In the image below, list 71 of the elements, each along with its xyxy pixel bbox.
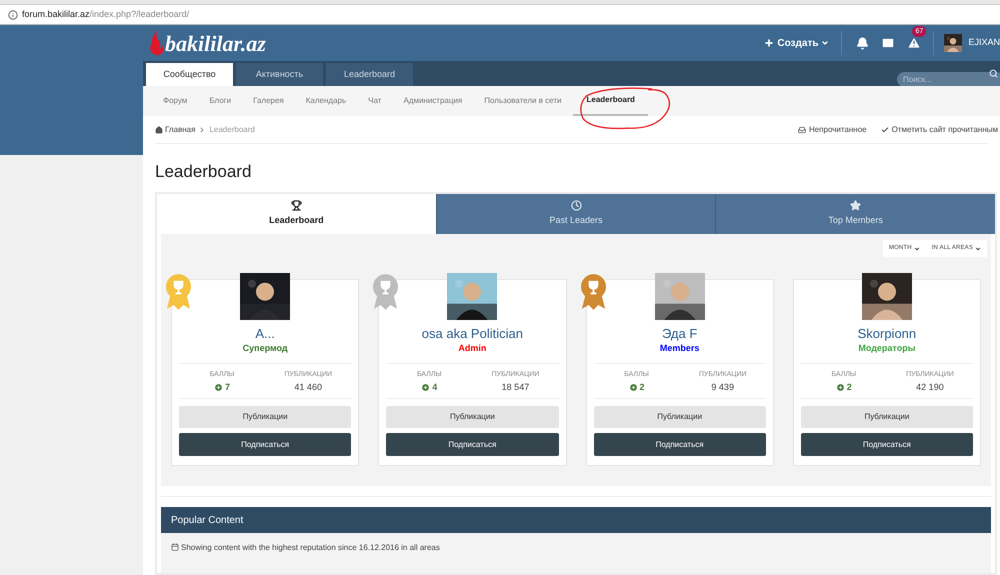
section-title: Popular Content <box>171 514 244 528</box>
subnav-link[interactable]: Администрация <box>393 86 472 116</box>
breadcrumb-action[interactable]: Непрочитанное <box>798 124 867 136</box>
clock-icon <box>570 200 582 212</box>
posts-value: 41 460 <box>294 381 322 394</box>
page-title: Leaderboard <box>155 162 252 182</box>
member-name[interactable]: osa aka Politician <box>422 326 523 342</box>
points-value: 4 <box>432 381 438 394</box>
subnav-link[interactable]: Пользователи в сети <box>474 86 572 116</box>
trophy-icon <box>290 200 302 212</box>
subnav-link[interactable]: Галерея <box>243 86 294 116</box>
plus-circle-icon <box>628 382 638 392</box>
nav-tab[interactable]: Активность <box>236 63 323 86</box>
plus-circle-icon <box>214 382 224 392</box>
create-button[interactable]: Создать <box>764 36 842 50</box>
calendar-icon <box>171 543 179 551</box>
check-icon <box>880 126 889 134</box>
posts-value: 42 190 <box>916 381 944 394</box>
home-icon <box>155 126 163 134</box>
points-value: 2 <box>640 381 645 394</box>
subnav-link[interactable]: Форум <box>153 86 198 116</box>
member-role: Admin <box>458 342 486 354</box>
follow-button[interactable]: Подписаться <box>386 433 558 456</box>
subnav-link[interactable]: Блоги <box>199 86 242 116</box>
subnav-link[interactable]: Чат <box>358 86 392 116</box>
member-name[interactable]: A... <box>255 326 275 342</box>
search-field[interactable]: Поиск... <box>897 72 1000 87</box>
member-name[interactable]: Skorpionn <box>858 326 916 342</box>
nav-tab[interactable]: Leaderboard <box>326 63 413 86</box>
caret-icon <box>821 39 830 47</box>
plus-circle-icon <box>421 382 430 392</box>
follow-button[interactable]: Подписаться <box>594 433 766 456</box>
posts-value: 18 547 <box>502 381 530 394</box>
username[interactable]: EJIXAN <box>968 36 1000 50</box>
breadcrumb-link[interactable]: Главная <box>165 124 196 136</box>
breadcrumb-action[interactable]: Отметить сайт прочитанным <box>880 124 998 136</box>
url-host: forum.bakililar.az <box>22 8 90 21</box>
search-icon[interactable] <box>989 69 998 78</box>
leaderboard-tab[interactable]: Past Leaders <box>436 194 716 234</box>
points-value: 2 <box>846 381 852 394</box>
posts-button[interactable]: Публикации <box>179 406 352 428</box>
member-role: Модераторы <box>858 342 916 354</box>
url-path: /index.php?/leaderboard/ <box>90 8 190 21</box>
flame-icon <box>149 30 164 56</box>
subnav-link[interactable]: Leaderboard <box>573 86 648 116</box>
follow-button[interactable]: Подписаться <box>179 433 352 456</box>
caret-icon <box>975 246 981 252</box>
member-role: Супермод <box>242 342 288 354</box>
site-logo[interactable]: bakililar.az <box>165 26 266 60</box>
caret-icon <box>914 246 920 252</box>
posts-button[interactable]: Публикации <box>800 406 973 428</box>
breadcrumb-current: Leaderboard <box>209 124 255 136</box>
plus-circle-icon <box>836 382 845 392</box>
star-icon <box>850 200 862 212</box>
posts-button[interactable]: Публикации <box>594 406 766 428</box>
address-bar[interactable]: forum.bakililar.az/index.php?/leaderboard/ <box>0 5 1000 25</box>
inbox-icon <box>798 126 806 134</box>
posts-button[interactable]: Публикации <box>386 406 558 428</box>
member-role: Members <box>660 342 700 354</box>
warning-icon[interactable] <box>907 36 922 50</box>
info-icon <box>8 10 18 20</box>
leaderboard-tab[interactable]: Top Members <box>715 194 996 234</box>
section-note: Showing content with the highest reputation since 16.12.2016 in all areas <box>181 543 440 552</box>
member-name[interactable]: Эда F <box>662 326 698 342</box>
posts-value: 9 439 <box>711 381 734 394</box>
bell-icon[interactable] <box>856 36 870 50</box>
subnav-link[interactable]: Календарь <box>296 86 356 116</box>
nav-tab[interactable]: Сообщество <box>146 63 233 86</box>
follow-button[interactable]: Подписаться <box>800 433 973 456</box>
points-value: 7 <box>225 381 230 394</box>
plus-icon <box>764 38 774 48</box>
